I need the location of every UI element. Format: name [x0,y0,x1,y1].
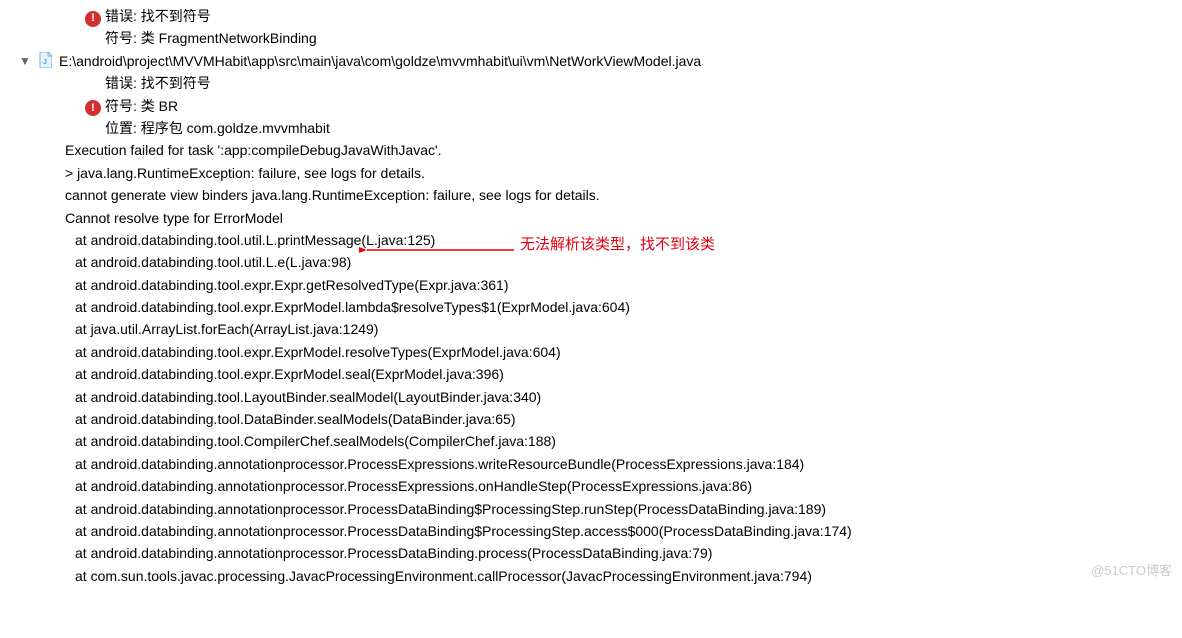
execution-line: Execution failed for task ':app:compileD… [5,139,1177,161]
stacktrace-line: at android.databinding.tool.expr.Expr.ge… [5,274,1177,296]
error-text: 错误: 找不到符号 [105,5,211,27]
stacktrace-line: at android.databinding.tool.LayoutBinder… [5,386,1177,408]
file-path: E:\android\project\MVVMHabit\app\src\mai… [59,50,701,72]
stacktrace-line: at android.databinding.tool.expr.ExprMod… [5,296,1177,318]
svg-text:J: J [43,59,47,66]
error-text: 错误: 找不到符号 [105,72,211,94]
stacktrace-line: at android.databinding.tool.expr.ExprMod… [5,363,1177,385]
stacktrace-block: at android.databinding.tool.util.L.print… [5,229,1177,587]
annotation-label: 无法解析该类型，找不到该类 [520,233,715,257]
error-row: ! 错误: 找不到符号 [5,5,1177,27]
stacktrace-line: at android.databinding.tool.expr.ExprMod… [5,341,1177,363]
execution-line: > java.lang.RuntimeException: failure, s… [5,162,1177,184]
execution-line: cannot generate view binders java.lang.R… [5,184,1177,206]
error-icon: ! [85,100,101,116]
stacktrace-line: at android.databinding.annotationprocess… [5,453,1177,475]
stacktrace-line: at android.databinding.annotationprocess… [5,498,1177,520]
stacktrace-line: at android.databinding.tool.DataBinder.s… [5,408,1177,430]
watermark: @51CTO博客 [1091,561,1172,582]
error-text: 位置: 程序包 com.goldze.mvvmhabit [105,117,330,139]
error-icon: ! [85,11,101,27]
error-row: 位置: 程序包 com.goldze.mvvmhabit [5,117,1177,139]
stacktrace-line: at com.sun.tools.javac.processing.JavacP… [5,565,1177,587]
error-text: 符号: 类 FragmentNetworkBinding [105,27,317,49]
error-row: 错误: 找不到符号 [5,72,1177,94]
stacktrace-line: at java.util.ArrayList.forEach(ArrayList… [5,318,1177,340]
error-row: 符号: 类 FragmentNetworkBinding [5,27,1177,49]
execution-line: Cannot resolve type for ErrorModel [5,207,1177,229]
stacktrace-line: at android.databinding.tool.CompilerChef… [5,430,1177,452]
error-text: 符号: 类 BR [105,95,178,117]
error-row: ! 符号: 类 BR [5,95,1177,117]
stacktrace-line: at android.databinding.annotationprocess… [5,520,1177,542]
java-file-icon: J [37,52,53,68]
stacktrace-line: at android.databinding.annotationprocess… [5,542,1177,564]
file-row[interactable]: ▼ J E:\android\project\MVVMHabit\app\src… [5,50,1177,72]
stacktrace-line: at android.databinding.annotationprocess… [5,475,1177,497]
expand-arrow-icon[interactable]: ▼ [17,52,33,71]
